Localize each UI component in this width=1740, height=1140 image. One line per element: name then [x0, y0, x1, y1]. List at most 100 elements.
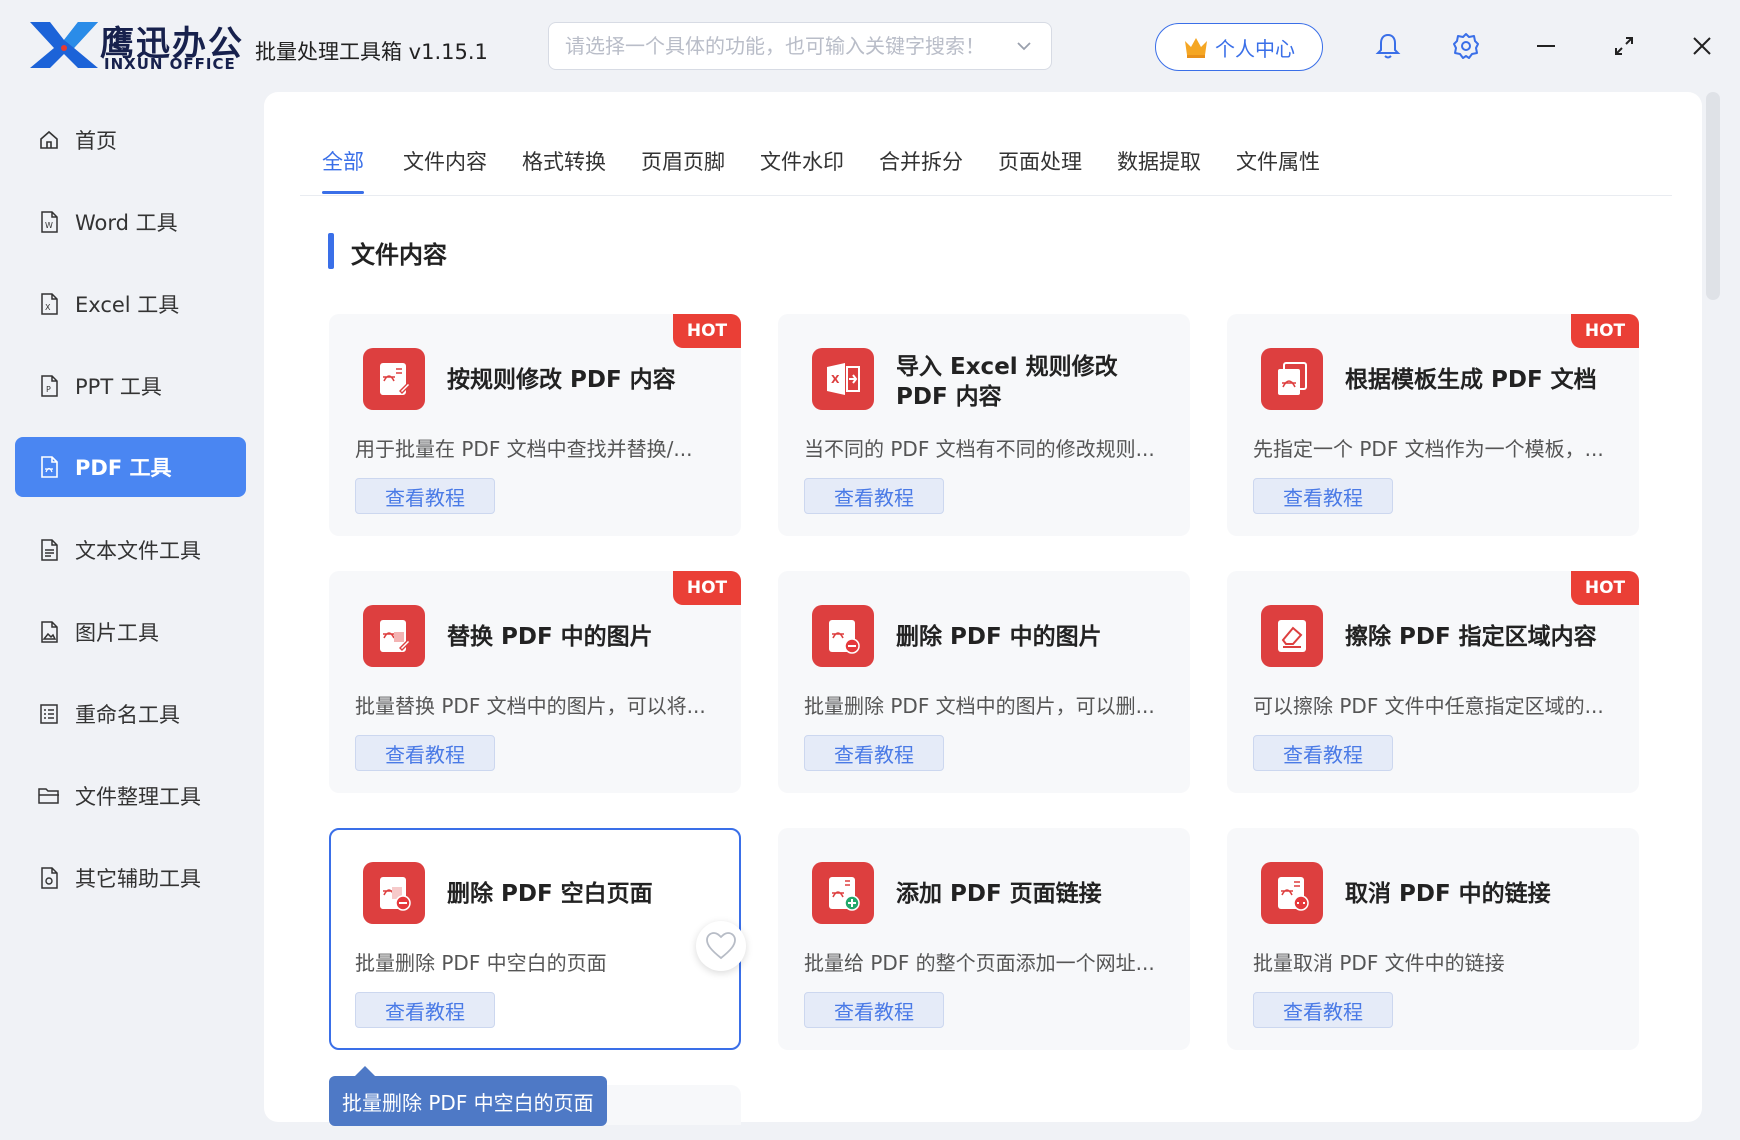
category-tabs: 全部 文件内容 格式转换 页眉页脚 文件水印 合并拆分 页面处理 数据提取 文件… — [300, 92, 1672, 196]
tab-header-footer[interactable]: 页眉页脚 — [641, 146, 725, 194]
sidebar-item-label: 图片工具 — [75, 621, 159, 645]
view-tutorial-button[interactable]: 查看教程 — [1253, 735, 1393, 771]
tool-description: 批量删除 PDF 中空白的页面 — [355, 951, 607, 975]
pdf-link-remove-icon — [1261, 862, 1323, 924]
sidebar-item-label: PPT 工具 — [75, 375, 162, 399]
tool-description: 批量给 PDF 的整个页面添加一个网址... — [804, 951, 1155, 975]
section-title: 文件内容 — [351, 241, 447, 269]
user-center-label: 个人中心 — [1215, 36, 1295, 61]
text-file-icon — [37, 538, 61, 562]
tab-watermark[interactable]: 文件水印 — [760, 146, 844, 194]
sidebar-item-other-tools[interactable]: 其它辅助工具 — [15, 848, 246, 908]
svg-text:W: W — [45, 221, 53, 230]
crown-icon — [1185, 38, 1207, 58]
pdf-blank-page-delete-icon — [363, 862, 425, 924]
pdf-image-delete-icon — [812, 605, 874, 667]
search-input[interactable] — [565, 34, 1013, 58]
sidebar-item-label: 文件整理工具 — [75, 785, 201, 809]
chevron-down-icon[interactable] — [1013, 35, 1035, 57]
section-marker — [328, 233, 334, 269]
ppt-file-icon: P — [37, 374, 61, 398]
tool-card[interactable]: HOT 擦除 PDF 指定区域内容 可以擦除 PDF 文件中任意指定区域的...… — [1227, 571, 1639, 793]
sidebar-item-label: 其它辅助工具 — [75, 867, 201, 891]
tool-card[interactable]: 添加 PDF 页面链接 批量给 PDF 的整个页面添加一个网址... 查看教程 — [778, 828, 1190, 1050]
tool-card[interactable]: HOT 替换 PDF 中的图片 批量替换 PDF 文档中的图片，可以将... 查… — [329, 571, 741, 793]
search-box[interactable] — [548, 22, 1052, 70]
tool-title: 按规则修改 PDF 内容 — [447, 367, 676, 393]
hot-badge: HOT — [1571, 314, 1639, 348]
pdf-template-icon — [1261, 348, 1323, 410]
hot-badge: HOT — [1571, 571, 1639, 605]
tab-file-content[interactable]: 文件内容 — [403, 146, 487, 194]
user-center-button[interactable]: 个人中心 — [1155, 23, 1323, 71]
sidebar-item-image[interactable]: 图片工具 — [15, 602, 246, 662]
tool-description: 先指定一个 PDF 文档作为一个模板，... — [1253, 437, 1604, 461]
sidebar-item-file-organize[interactable]: 文件整理工具 — [15, 766, 246, 826]
tool-description: 可以擦除 PDF 文件中任意指定区域的... — [1253, 694, 1604, 718]
heart-icon — [706, 932, 736, 960]
sidebar-item-ppt[interactable]: P PPT 工具 — [15, 356, 246, 416]
close-icon[interactable] — [1686, 30, 1718, 62]
tool-title: 导入 Excel 规则修改 PDF 内容 — [896, 354, 1118, 410]
hot-badge: HOT — [673, 314, 741, 348]
sidebar-item-label: 首页 — [75, 129, 117, 153]
tab-format-convert[interactable]: 格式转换 — [522, 146, 606, 194]
image-file-icon — [37, 620, 61, 644]
tool-card[interactable]: 删除 PDF 中的图片 批量删除 PDF 文档中的图片，可以删... 查看教程 — [778, 571, 1190, 793]
view-tutorial-button[interactable]: 查看教程 — [1253, 992, 1393, 1028]
tool-description: 批量取消 PDF 文件中的链接 — [1253, 951, 1505, 975]
maximize-icon[interactable] — [1608, 30, 1640, 62]
excel-file-icon: X — [37, 292, 61, 316]
tools-icon — [37, 866, 61, 890]
tool-card[interactable]: X 导入 Excel 规则修改 PDF 内容 当不同的 PDF 文档有不同的修改… — [778, 314, 1190, 536]
minimize-icon[interactable] — [1530, 30, 1562, 62]
app-title: 批量处理工具箱 v1.15.1 — [255, 40, 488, 64]
tool-title: 取消 PDF 中的链接 — [1345, 881, 1551, 907]
pdf-file-icon — [37, 455, 61, 479]
gear-icon[interactable] — [1450, 30, 1482, 62]
tab-file-properties[interactable]: 文件属性 — [1236, 146, 1320, 194]
svg-text:X: X — [45, 303, 51, 312]
tool-description: 批量删除 PDF 文档中的图片，可以删... — [804, 694, 1155, 718]
sidebar-item-excel[interactable]: X Excel 工具 — [15, 274, 246, 334]
view-tutorial-button[interactable]: 查看教程 — [355, 478, 495, 514]
sidebar-item-home[interactable]: 首页 — [15, 110, 246, 170]
tooltip: 批量删除 PDF 中空白的页面 — [329, 1066, 607, 1126]
brand-name-en: INXUN OFFICE — [104, 55, 236, 73]
tool-card[interactable]: 删除 PDF 空白页面 批量删除 PDF 中空白的页面 查看教程 — [329, 828, 741, 1050]
tool-card[interactable]: HOT 根据模板生成 PDF 文档 先指定一个 PDF 文档作为一个模板，...… — [1227, 314, 1639, 536]
tab-data-extract[interactable]: 数据提取 — [1117, 146, 1201, 194]
favorite-heart-button[interactable] — [696, 921, 746, 971]
tool-card[interactable]: HOT 按规则修改 PDF 内容 用于批量在 PDF 文档中查找并替换/... … — [329, 314, 741, 536]
tab-all[interactable]: 全部 — [322, 146, 364, 194]
view-tutorial-button[interactable]: 查看教程 — [355, 992, 495, 1028]
tab-page-process[interactable]: 页面处理 — [998, 146, 1082, 194]
view-tutorial-button[interactable]: 查看教程 — [804, 478, 944, 514]
view-tutorial-button[interactable]: 查看教程 — [804, 735, 944, 771]
tool-description: 用于批量在 PDF 文档中查找并替换/... — [355, 437, 693, 461]
sidebar-item-word[interactable]: W Word 工具 — [15, 192, 246, 252]
sidebar: 首页 W Word 工具 X Excel 工具 P PPT 工具 PDF 工具 … — [0, 92, 250, 1140]
view-tutorial-button[interactable]: 查看教程 — [355, 735, 495, 771]
sidebar-item-rename[interactable]: 重命名工具 — [15, 684, 246, 744]
tool-title: 替换 PDF 中的图片 — [447, 624, 653, 650]
hot-badge: HOT — [673, 571, 741, 605]
sidebar-item-label: Word 工具 — [75, 211, 178, 235]
view-tutorial-button[interactable]: 查看教程 — [1253, 478, 1393, 514]
sidebar-item-text[interactable]: 文本文件工具 — [15, 520, 246, 580]
word-file-icon: W — [37, 210, 61, 234]
tool-title: 删除 PDF 中的图片 — [896, 624, 1102, 650]
scrollbar-thumb[interactable] — [1706, 92, 1720, 300]
pdf-image-replace-icon — [363, 605, 425, 667]
sidebar-item-label: PDF 工具 — [75, 456, 172, 480]
pdf-link-add-icon — [812, 862, 874, 924]
svg-text:P: P — [46, 385, 51, 394]
tab-merge-split[interactable]: 合并拆分 — [879, 146, 963, 194]
tool-card[interactable]: 取消 PDF 中的链接 批量取消 PDF 文件中的链接 查看教程 — [1227, 828, 1639, 1050]
bell-icon[interactable] — [1372, 30, 1404, 62]
tool-title: 擦除 PDF 指定区域内容 — [1345, 624, 1597, 650]
view-tutorial-button[interactable]: 查看教程 — [804, 992, 944, 1028]
tool-title: 根据模板生成 PDF 文档 — [1345, 367, 1597, 393]
sidebar-item-label: 文本文件工具 — [75, 539, 201, 563]
sidebar-item-pdf[interactable]: PDF 工具 — [15, 437, 246, 497]
